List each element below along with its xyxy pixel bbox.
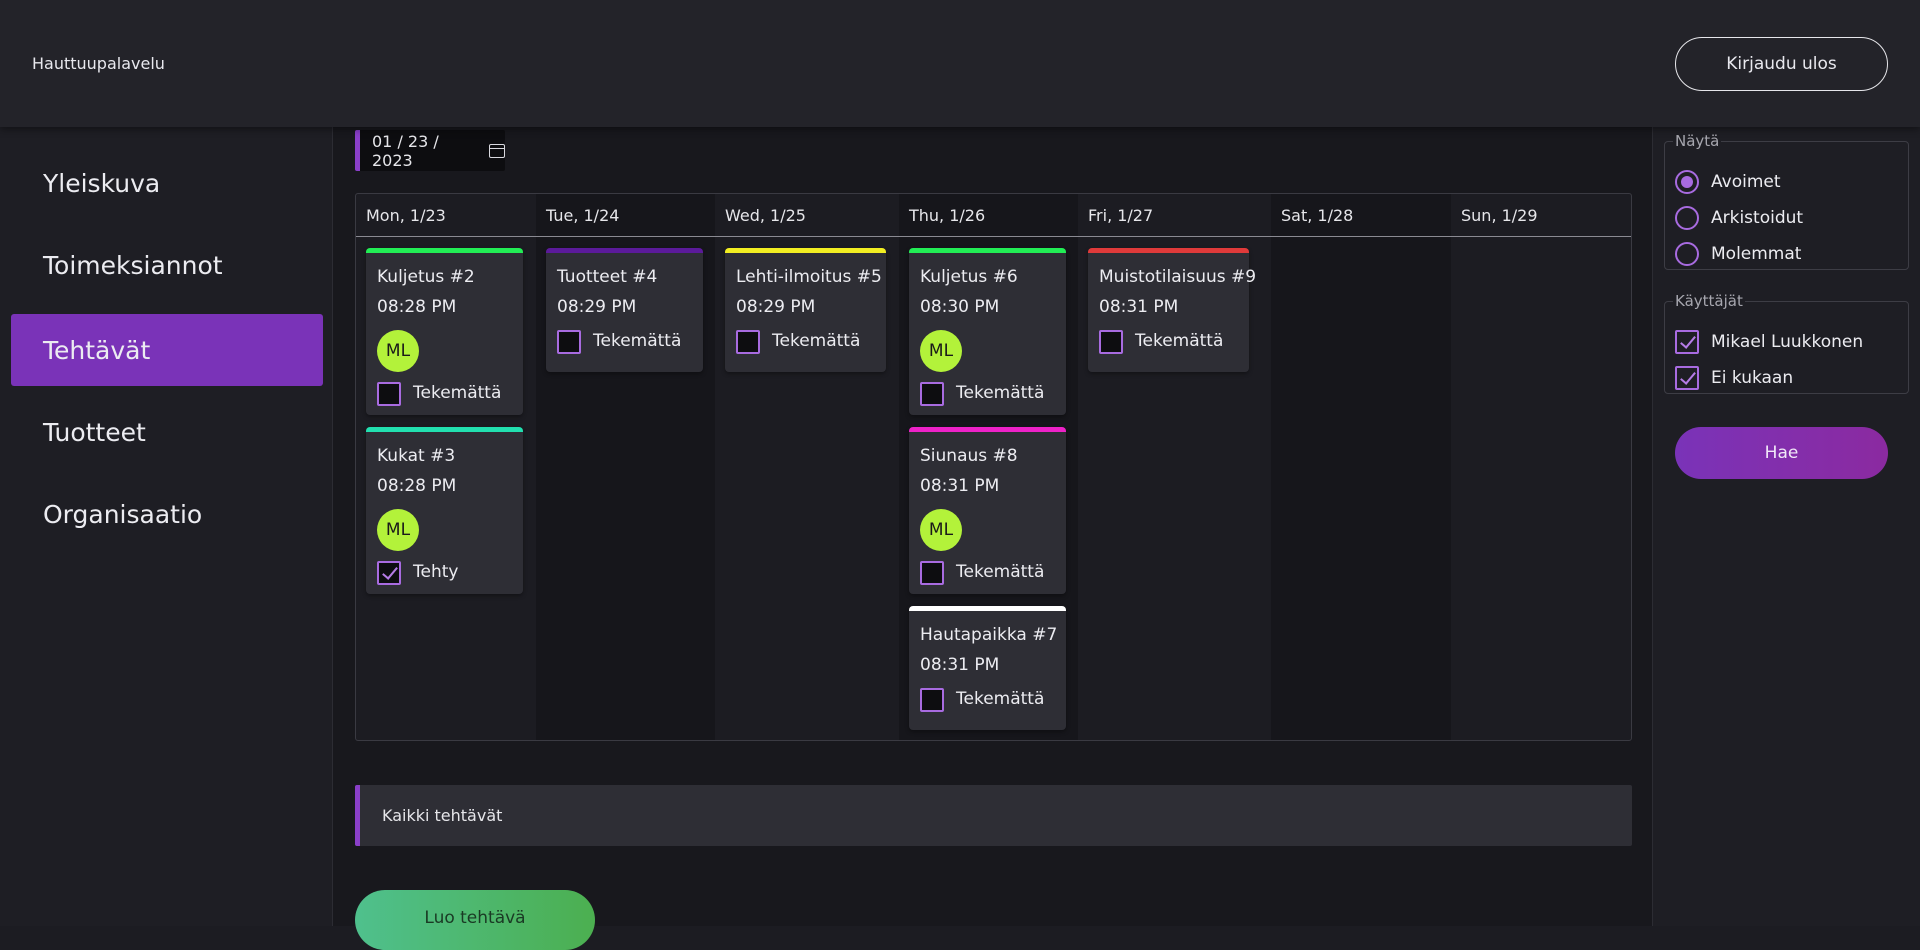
all-tasks-panel[interactable]: Kaikki tehtävät <box>355 785 1632 846</box>
radio-button[interactable] <box>1675 242 1699 266</box>
date-value: 01 / 23 / 2023 <box>372 131 439 170</box>
users-filter-legend: Käyttäjät <box>1675 292 1743 310</box>
show-option-label: Molemmat <box>1711 244 1802 264</box>
task-time: 08:30 PM <box>920 297 1000 317</box>
task-title: Siunaus #8 <box>920 446 1018 466</box>
checkbox[interactable] <box>1675 366 1699 390</box>
calendar-header-divider <box>356 236 1631 237</box>
sidebar-item-label: Organisaatio <box>43 499 203 529</box>
task-status-label: Tekemättä <box>956 689 1045 709</box>
task-done-checkbox[interactable] <box>377 382 401 406</box>
all-tasks-label: Kaikki tehtävät <box>382 806 503 825</box>
sidebar-item-label: Tehtävät <box>43 335 151 365</box>
sidebar-item-overview[interactable]: Yleiskuva <box>11 147 323 219</box>
task-status-label: Tekemättä <box>956 562 1045 582</box>
task-done-checkbox[interactable] <box>920 561 944 585</box>
show-option-label: Arkistoidut <box>1711 208 1804 228</box>
day-header: Sun, 1/29 <box>1461 206 1538 225</box>
sidebar-item-organization[interactable]: Organisaatio <box>11 478 323 550</box>
day-header: Sat, 1/28 <box>1281 206 1354 225</box>
task-time: 08:28 PM <box>377 476 457 496</box>
filter-panel: Näytä Avoimet Arkistoidut Molemmat Käytt… <box>1652 127 1920 926</box>
assignee-avatar: ML <box>377 330 419 372</box>
task-status-label: Tekemättä <box>772 331 861 351</box>
task-done-checkbox[interactable] <box>736 330 760 354</box>
week-calendar: Sun, 1/29 Sat, 1/28 Fri, 1/27 Thu, 1/26 Wed,… <box>355 193 1632 741</box>
task-card[interactable]: Kukat #3 08:28 PM ML Tehty <box>366 427 523 594</box>
logout-button[interactable]: Kirjaudu ulos <box>1675 37 1888 91</box>
user-option-label: Mikael Luukkonen <box>1711 332 1864 352</box>
task-card[interactable]: Hautapaikka #7 08:31 PM Tekemättä <box>909 606 1066 730</box>
create-task-button[interactable]: Luo tehtävä <box>355 890 595 950</box>
task-time: 08:31 PM <box>1099 297 1179 317</box>
task-title: Tuotteet #4 <box>557 267 658 287</box>
day-column: Sun, 1/29 <box>1451 194 1631 740</box>
sidebar-item-label: Tuotteet <box>43 417 146 447</box>
day-header: Thu, 1/26 <box>909 206 986 225</box>
search-label: Hae <box>1764 443 1799 463</box>
user-option-none[interactable]: Ei kukaan <box>1675 366 1793 390</box>
calendar-icon[interactable] <box>489 143 505 158</box>
assignee-avatar: ML <box>377 509 419 551</box>
date-picker-input[interactable]: 01 / 23 / 2023 <box>355 130 505 171</box>
task-status-label: Tekemättä <box>956 383 1045 403</box>
sidebar-item-tasks[interactable]: Tehtävät <box>11 314 323 386</box>
task-title: Lehti-ilmoitus #5 <box>736 267 882 287</box>
search-button[interactable]: Hae <box>1675 427 1888 479</box>
task-card[interactable]: Tuotteet #4 08:29 PM Tekemättä <box>546 248 703 372</box>
task-done-checkbox[interactable] <box>920 382 944 406</box>
day-header: Wed, 1/25 <box>725 206 806 225</box>
show-option-both[interactable]: Molemmat <box>1675 242 1801 266</box>
task-card[interactable]: Kuljetus #6 08:30 PM ML Tekemättä <box>909 248 1066 415</box>
show-filter-legend: Näytä <box>1675 132 1720 150</box>
radio-button[interactable] <box>1675 170 1699 194</box>
create-task-label: Luo tehtävä <box>424 908 526 928</box>
task-time: 08:31 PM <box>920 476 1000 496</box>
day-column: Sat, 1/28 <box>1271 194 1451 740</box>
task-status-label: Tekemättä <box>593 331 682 351</box>
users-filter-group: Käyttäjät Mikael Luukkonen Ei kukaan <box>1664 292 1909 394</box>
task-title: Kuljetus #6 <box>920 267 1018 287</box>
show-option-label: Avoimet <box>1711 172 1781 192</box>
user-option-label: Ei kukaan <box>1711 368 1794 388</box>
task-title: Muistotilaisuus #9 <box>1099 267 1257 287</box>
task-time: 08:29 PM <box>557 297 637 317</box>
task-time: 08:31 PM <box>920 655 1000 675</box>
assignee-avatar: ML <box>920 330 962 372</box>
assignee-avatar: ML <box>920 509 962 551</box>
show-filter-group: Näytä Avoimet Arkistoidut Molemmat <box>1664 132 1909 270</box>
task-title: Kukat #3 <box>377 446 456 466</box>
task-card[interactable]: Lehti-ilmoitus #5 08:29 PM Tekemättä <box>725 248 886 372</box>
task-card[interactable]: Muistotilaisuus #9 08:31 PM Tekemättä <box>1088 248 1256 372</box>
task-status-label: Tekemättä <box>1135 331 1224 351</box>
task-card[interactable]: Siunaus #8 08:31 PM ML Tekemättä <box>909 427 1066 594</box>
sidebar-nav: Yleiskuva Toimeksiannot Tehtävät Tuottee… <box>0 127 333 926</box>
sidebar-item-assignments[interactable]: Toimeksiannot <box>11 229 323 301</box>
task-done-checkbox[interactable] <box>920 688 944 712</box>
day-header: Tue, 1/24 <box>546 206 620 225</box>
task-status-label: Tehty <box>413 562 459 582</box>
task-title: Kuljetus #2 <box>377 267 475 287</box>
sidebar-item-label: Yleiskuva <box>43 168 161 198</box>
day-header: Fri, 1/27 <box>1088 206 1154 225</box>
task-done-checkbox[interactable] <box>1099 330 1123 354</box>
app-brand[interactable]: Hauttuupalavelu <box>32 54 165 73</box>
task-title: Hautapaikka #7 <box>920 625 1058 645</box>
show-option-open[interactable]: Avoimet <box>1675 170 1781 194</box>
radio-button[interactable] <box>1675 206 1699 230</box>
checkbox[interactable] <box>1675 330 1699 354</box>
task-status-label: Tekemättä <box>413 383 502 403</box>
sidebar-item-label: Toimeksiannot <box>43 250 223 280</box>
show-option-archived[interactable]: Arkistoidut <box>1675 206 1803 230</box>
task-done-checkbox[interactable] <box>557 330 581 354</box>
task-done-checkbox[interactable] <box>377 561 401 585</box>
task-time: 08:29 PM <box>736 297 816 317</box>
day-header: Mon, 1/23 <box>366 206 446 225</box>
top-bar: Hauttuupalavelu Kirjaudu ulos <box>0 0 1920 127</box>
task-time: 08:28 PM <box>377 297 457 317</box>
user-option-mikael[interactable]: Mikael Luukkonen <box>1675 330 1863 354</box>
task-card[interactable]: Kuljetus #2 08:28 PM ML Tekemättä <box>366 248 523 415</box>
sidebar-item-products[interactable]: Tuotteet <box>11 396 323 468</box>
